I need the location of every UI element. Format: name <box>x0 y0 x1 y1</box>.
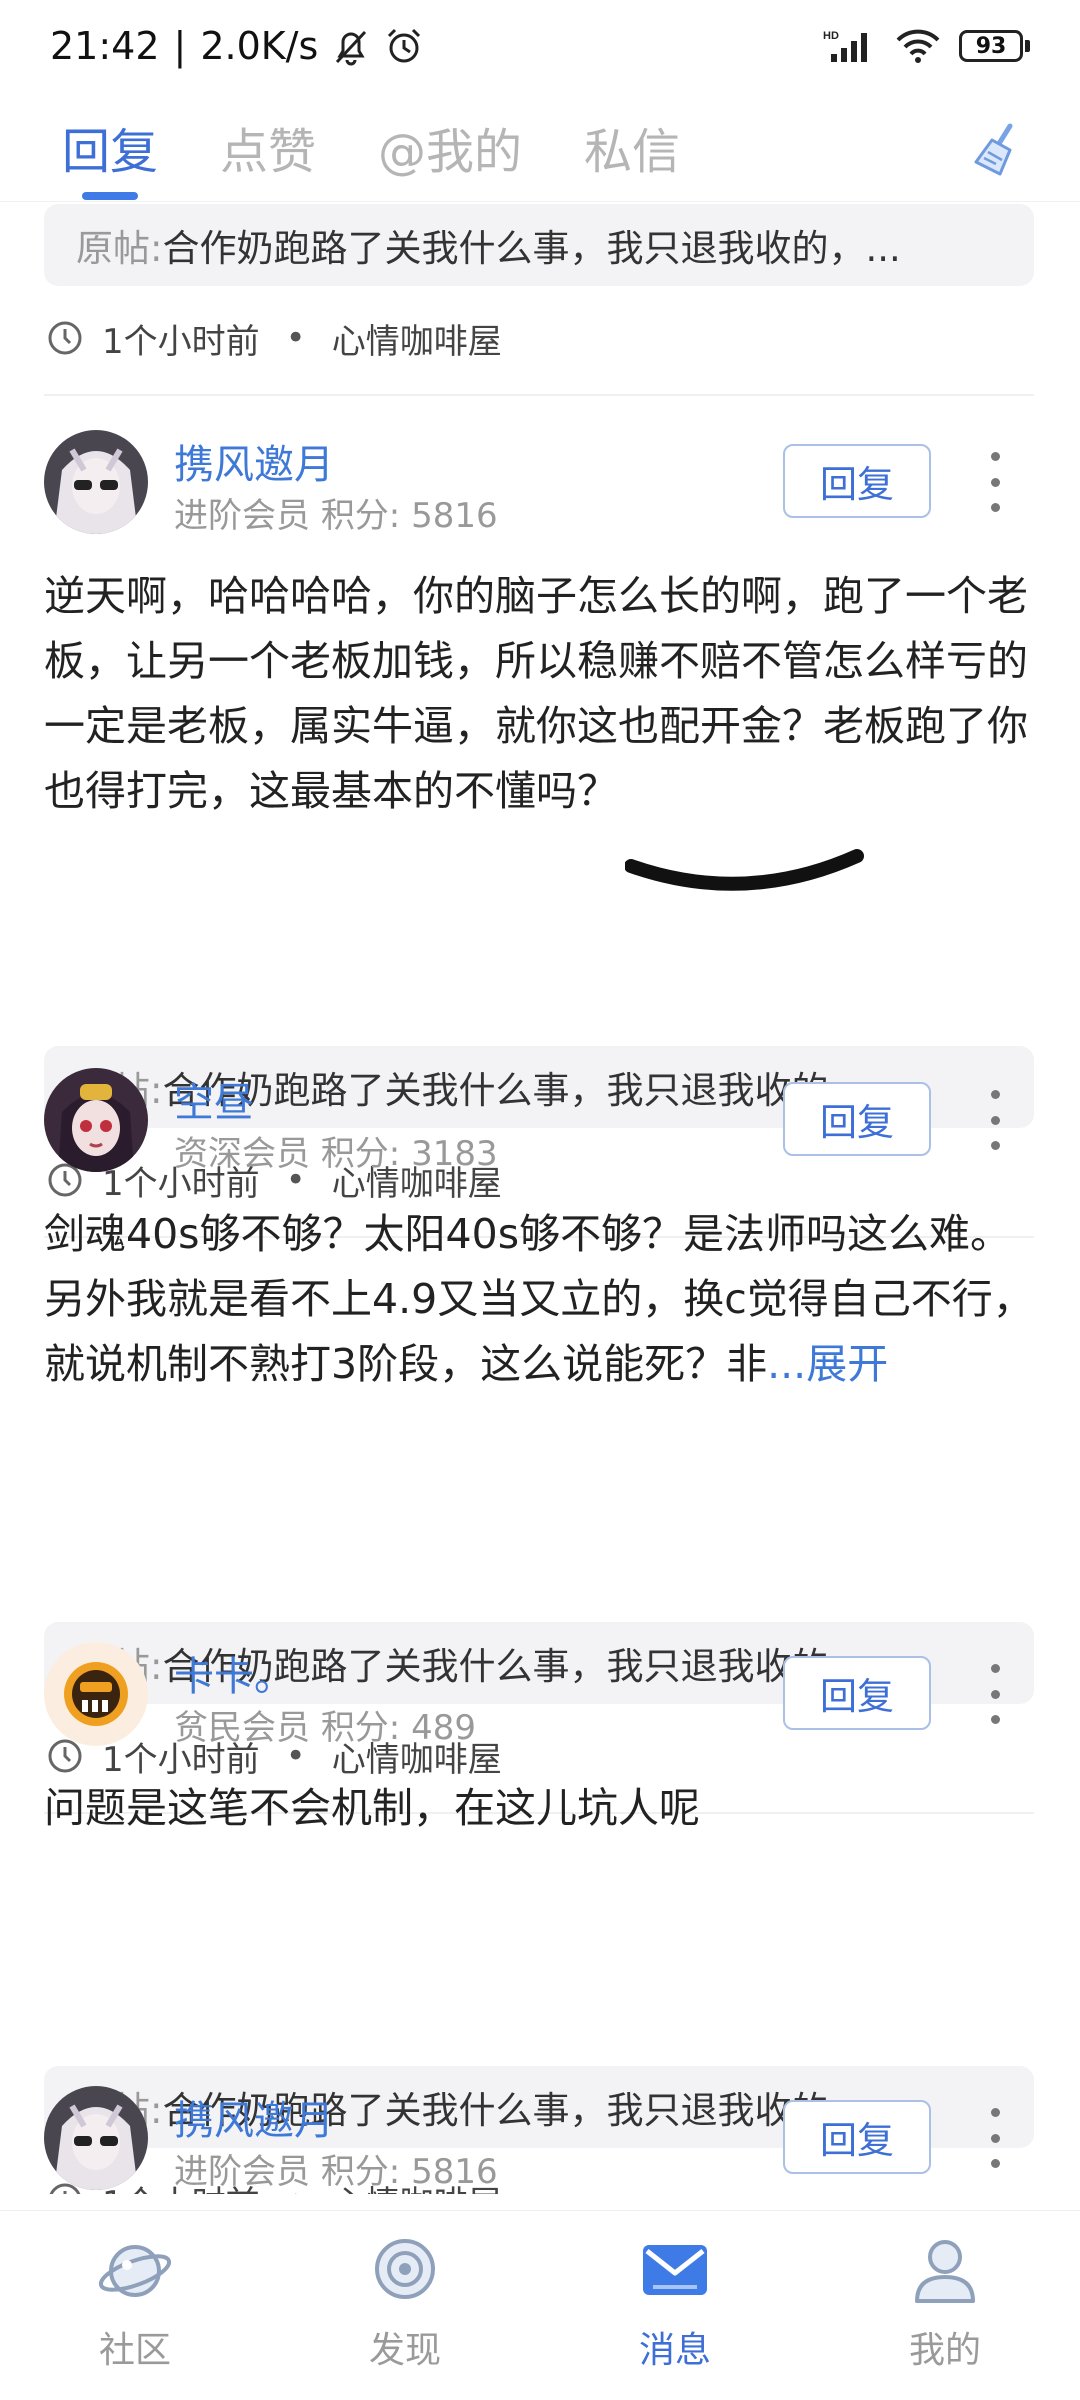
nav-label: 社区 <box>98 2330 171 2371</box>
user-level-points: 进阶会员 积分: 5816 <box>174 2144 498 2193</box>
user-level: 进阶会员 <box>174 496 310 536</box>
avatar-image-icon <box>44 2086 148 2190</box>
divider <box>44 394 1034 396</box>
nav-label: 消息 <box>638 2330 711 2371</box>
user-icon <box>915 2240 975 2303</box>
user-level-points: 贫民会员 积分: 489 <box>174 1700 476 1749</box>
status-bar: 21:42 | 2.0K/s HD 93 <box>0 0 1080 92</box>
reply-forum[interactable]: 心情咖啡屋 <box>332 314 502 363</box>
reply-meta: 1个小时前 • 心情咖啡屋 <box>46 308 502 368</box>
username[interactable]: 空昼 <box>174 1070 254 1128</box>
reply-content[interactable]: 剑魂40s够不够？太阳40s够不够？是法师吗这么难。另外我就是看不上4.9又当又… <box>44 1202 1044 1397</box>
reply-button[interactable]: 回复 <box>783 2100 931 2174</box>
clear-broom-icon[interactable] <box>970 120 1030 180</box>
avatar[interactable] <box>44 1642 148 1746</box>
user-level: 贫民会员 <box>174 1708 310 1748</box>
bottom-nav: 社区 发现 消息 我的 <box>0 2210 1080 2400</box>
nav-label: 发现 <box>368 2330 441 2371</box>
username[interactable]: 卡卡。 <box>174 1644 294 1702</box>
avatar[interactable] <box>44 2086 148 2190</box>
battery-level: 93 <box>959 30 1023 62</box>
mail-icon <box>643 2245 707 2295</box>
planet-icon <box>98 2245 172 2297</box>
user-level-points: 资深会员 积分: 3183 <box>174 1126 498 1175</box>
avatar-image-icon <box>44 1068 148 1172</box>
nav-discover[interactable]: 发现 <box>270 2211 540 2400</box>
status-right: HD 93 <box>823 28 1030 64</box>
tab-likes[interactable]: 点赞 <box>220 92 316 202</box>
avatar[interactable] <box>44 1068 148 1172</box>
user-points: 积分: 5816 <box>320 2152 498 2192</box>
avatar-image-icon <box>44 1642 148 1746</box>
nav-messages[interactable]: 消息 <box>540 2211 810 2400</box>
avatar[interactable] <box>44 430 148 534</box>
user-points: 积分: 3183 <box>320 1134 498 1174</box>
tab-private-messages[interactable]: 私信 <box>584 92 680 202</box>
signal-icon: HD <box>823 30 867 62</box>
more-options-icon[interactable] <box>985 1664 1005 1724</box>
avatar-image-icon <box>44 430 148 534</box>
status-time: 21:42 <box>50 24 160 68</box>
reply-content[interactable]: 问题是这笔不会机制，在这儿坑人呢 <box>44 1776 1044 1841</box>
meta-dot: • <box>285 318 306 358</box>
message-tabs: 回复 点赞 @我的 私信 <box>0 92 1080 202</box>
battery-icon: 93 <box>959 30 1030 62</box>
user-level: 进阶会员 <box>174 2152 310 2192</box>
nav-label: 我的 <box>908 2330 981 2371</box>
original-post-preview[interactable]: 原帖: 合作奶跑路了关我什么事，我只退我收的，... <box>44 204 1034 286</box>
target-icon <box>375 2239 435 2299</box>
user-points: 积分: 5816 <box>320 496 498 536</box>
orig-text: 合作奶跑路了关我什么事，我只退我收的，... <box>162 227 901 270</box>
orig-label: 原帖: <box>76 227 163 270</box>
reply-button[interactable]: 回复 <box>783 444 931 518</box>
tab-reply[interactable]: 回复 <box>62 92 158 202</box>
user-points: 积分: 489 <box>320 1708 476 1748</box>
clock-icon <box>48 321 82 355</box>
bell-off-icon <box>336 30 367 66</box>
network-type: HD <box>823 30 839 42</box>
reply-button[interactable]: 回复 <box>783 1082 931 1156</box>
tab-mentions[interactable]: @我的 <box>378 92 522 202</box>
reply-time: 1个小时前 <box>102 321 260 362</box>
reply-button[interactable]: 回复 <box>783 1656 931 1730</box>
more-options-icon[interactable] <box>985 1090 1005 1150</box>
alarm-icon <box>388 28 421 63</box>
reply-content[interactable]: 逆天啊，哈哈哈哈，你的脑子怎么长的啊，跑了一个老板，让另一个老板加钱，所以稳赚不… <box>44 564 1044 824</box>
scribble-mark <box>625 849 864 891</box>
nav-profile[interactable]: 我的 <box>810 2211 1080 2400</box>
wifi-icon <box>896 29 940 63</box>
reply-feed[interactable]: 原帖: 合作奶跑路了关我什么事，我只退我收的，... 1个小时前 • 心情咖啡屋… <box>0 204 1080 2194</box>
nav-community[interactable]: 社区 <box>0 2211 270 2400</box>
status-speed: 2.0K/s <box>200 24 319 68</box>
more-options-icon[interactable] <box>985 2108 1005 2168</box>
battery-tip <box>1025 40 1030 52</box>
more-options-icon[interactable] <box>985 452 1005 512</box>
user-level: 资深会员 <box>174 1134 310 1174</box>
username[interactable]: 携风邀月 <box>174 2088 334 2146</box>
expand-link[interactable]: ...展开 <box>767 1340 888 1388</box>
status-left: 21:42 | 2.0K/s <box>50 24 424 68</box>
user-level-points: 进阶会员 积分: 5816 <box>174 488 498 537</box>
username[interactable]: 携风邀月 <box>174 432 334 490</box>
status-separator: | <box>173 24 187 68</box>
